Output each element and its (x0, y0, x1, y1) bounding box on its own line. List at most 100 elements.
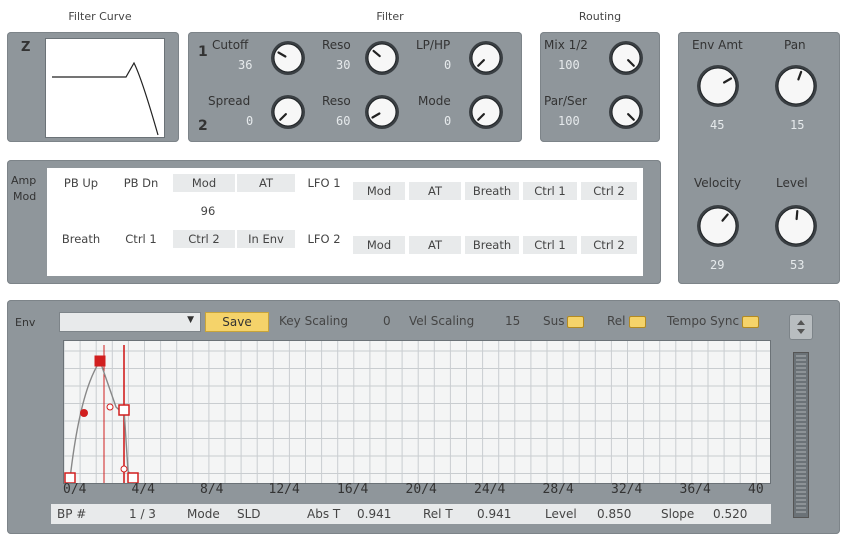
amp-mod-src-ctrl1[interactable]: Ctrl 1 (113, 232, 169, 246)
mode-knob[interactable] (466, 92, 506, 132)
amp-mod-dst2-mod[interactable]: Mod (353, 236, 405, 254)
env-amt-knob[interactable] (694, 62, 742, 110)
env-scrollbar[interactable] (793, 352, 809, 518)
reso1-knob[interactable] (362, 38, 402, 78)
level-label-status: Level (545, 507, 577, 521)
env-handle-2 (106, 403, 114, 411)
amp-mod-label-2: Mod (13, 190, 37, 203)
lphp-value: 0 (444, 58, 452, 72)
env-x-tick: 4/4 (131, 482, 155, 497)
amp-mod-src-lfo1[interactable]: LFO 1 (297, 176, 351, 190)
amp-mod-src-at[interactable]: AT (237, 174, 295, 192)
amp-mod-dst1-mod[interactable]: Mod (353, 182, 405, 200)
env-scroll-button[interactable] (789, 314, 813, 340)
cutoff-value: 36 (238, 58, 253, 72)
filter-curve-graph (52, 61, 159, 136)
sus-flag-icon (567, 315, 585, 328)
env-handle-3 (120, 465, 128, 473)
amp-mod-src-pbdn[interactable]: PB Dn (113, 176, 169, 190)
amp-mod-dst2-ctrl2[interactable]: Ctrl 2 (581, 236, 637, 254)
tempo-sync-label: Tempo Sync (667, 314, 740, 328)
env-x-tick: 40 (748, 482, 764, 497)
parser-knob[interactable] (606, 92, 646, 132)
amp-mod-src-mod[interactable]: Mod (173, 174, 235, 192)
velocity-knob[interactable] (694, 202, 742, 250)
abst-label: Abs T (307, 507, 341, 521)
env-x-tick: 20/4 (405, 482, 437, 497)
lphp-knob[interactable] (466, 38, 506, 78)
parser-value: 100 (558, 114, 580, 128)
amp-mod-dst1-breath[interactable]: Breath (465, 182, 519, 200)
filter-curve-display (45, 38, 165, 138)
amp-mod-dst1-ctrl2[interactable]: Ctrl 2 (581, 182, 637, 200)
amp-mod-src-breath[interactable]: Breath (51, 232, 111, 246)
env-editor[interactable] (63, 340, 771, 484)
velocity-value: 29 (710, 258, 725, 272)
level-knob[interactable] (772, 202, 820, 250)
env-breakpoint-sustain (118, 404, 130, 416)
rel-flag-icon (628, 315, 646, 328)
mode-value-status[interactable]: SLD (237, 505, 261, 523)
key-scaling-value[interactable]: 0 (383, 312, 391, 330)
scroll-arrows-icon (797, 320, 805, 334)
env-amt-value: 45 (710, 118, 725, 132)
abst-value[interactable]: 0.941 (357, 505, 391, 523)
spread-value: 0 (246, 114, 254, 128)
routing-title: Routing (578, 10, 622, 23)
amp-mod-value[interactable]: 96 (183, 204, 233, 218)
amp-mod-dst1-ctrl1[interactable]: Ctrl 1 (523, 182, 577, 200)
pan-knob[interactable] (772, 62, 820, 110)
lphp-label: LP/HP (416, 38, 451, 52)
amp-mod-dst2-breath[interactable]: Breath (465, 236, 519, 254)
amp-mod-dst2-at[interactable]: AT (409, 236, 461, 254)
rel-label: Rel (607, 314, 626, 328)
mode-label-status: Mode (187, 507, 220, 521)
level-value: 53 (790, 258, 805, 272)
env-toolbar: ▼ Save Key Scaling 0 Vel Scaling 15 Sus … (59, 310, 769, 332)
cutoff-knob[interactable] (268, 38, 308, 78)
env-amt-label: Env Amt (692, 38, 743, 52)
amp-mod-src-ctrl2[interactable]: Ctrl 2 (173, 230, 235, 248)
pan-value: 15 (790, 118, 805, 132)
env-handle-1 (80, 409, 88, 417)
env-x-tick: 32/4 (611, 482, 643, 497)
env-x-tick: 0/4 (63, 482, 87, 497)
amp-mod-src-pbup[interactable]: PB Up (51, 176, 111, 190)
mix-value: 100 (558, 58, 580, 72)
relt-value[interactable]: 0.941 (477, 505, 511, 523)
amp-mod-label-1: Amp (11, 174, 37, 187)
chevron-down-icon: ▼ (187, 315, 194, 325)
amp-mod-src-inenv[interactable]: In Env (237, 230, 295, 248)
mode-label: Mode (418, 94, 451, 108)
env-x-tick: 36/4 (679, 482, 711, 497)
level-value-status[interactable]: 0.850 (597, 505, 631, 523)
amp-mod-dst2-ctrl1[interactable]: Ctrl 1 (523, 236, 577, 254)
bp-value[interactable]: 1 / 3 (129, 505, 156, 523)
env-graph[interactable] (63, 341, 770, 484)
sus-toggle[interactable]: Sus (543, 312, 585, 330)
env-x-tick: 28/4 (542, 482, 574, 497)
sus-label: Sus (543, 314, 565, 328)
spread-knob[interactable] (268, 92, 308, 132)
tempo-sync-toggle[interactable]: Tempo Sync (667, 312, 760, 330)
spread-label: Spread (208, 94, 251, 108)
env-axis: 0/4 4/4 8/4 12/4 16/4 20/4 24/4 28/4 32/4 36/4 40 (63, 482, 769, 500)
amp-mod-src-lfo2[interactable]: LFO 2 (297, 232, 351, 246)
env-x-tick: 24/4 (474, 482, 506, 497)
velocity-label: Velocity (694, 176, 742, 190)
vel-scaling-value[interactable]: 15 (505, 312, 520, 330)
env-save-button[interactable]: Save (205, 312, 269, 332)
rel-toggle[interactable]: Rel (607, 312, 646, 330)
amp-mod-dst1-at[interactable]: AT (409, 182, 461, 200)
level-label: Level (776, 176, 808, 190)
env-preset-dropdown[interactable]: ▼ (59, 312, 201, 332)
reso2-knob[interactable] (362, 92, 402, 132)
env-status-bar: BP # 1 / 3 Mode SLD Abs T 0.941 Rel T 0.… (51, 504, 771, 524)
mix-knob[interactable] (606, 38, 646, 78)
envelope-panel: Env ▼ Save Key Scaling 0 Vel Scaling 15 … (7, 300, 840, 534)
routing-panel: Mix 1/2 100 Par/Ser 100 (540, 32, 660, 142)
filter-row2-index: 2 (198, 118, 208, 134)
slope-value[interactable]: 0.520 (713, 505, 747, 523)
env-scroll-thumb[interactable] (796, 355, 806, 515)
curve-z-label: Z (21, 40, 31, 55)
